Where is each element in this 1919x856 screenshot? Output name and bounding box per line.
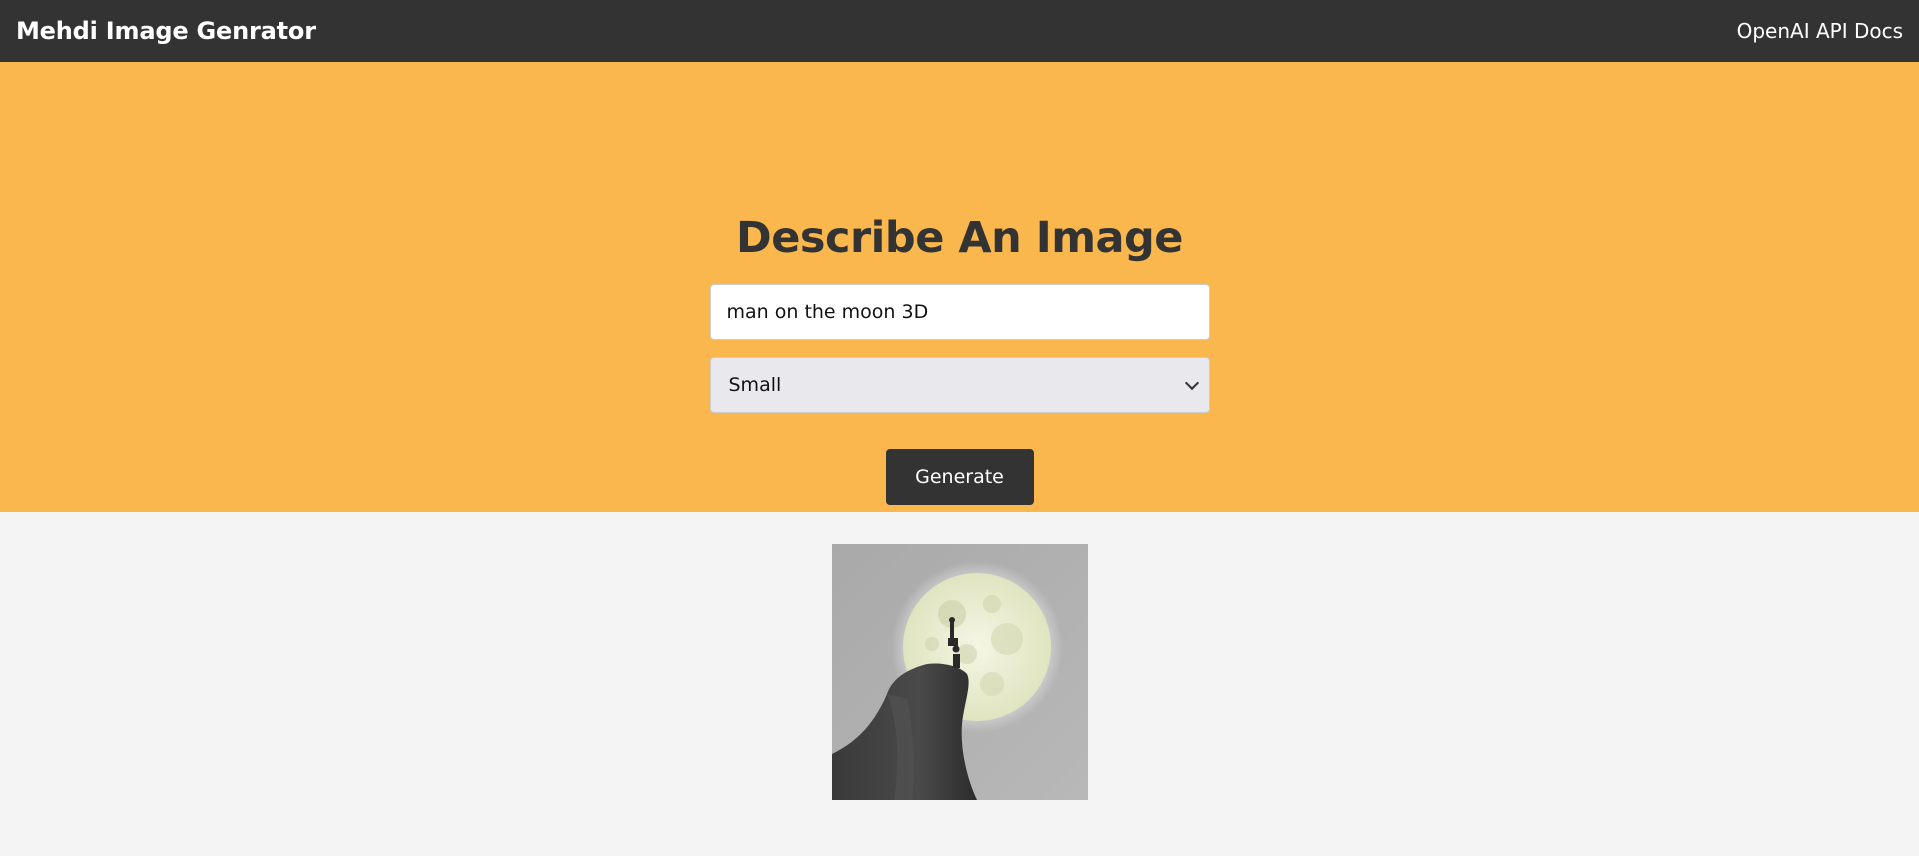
generate-button[interactable]: Generate xyxy=(885,449,1034,505)
navbar: Mehdi Image Genrator OpenAI API Docs xyxy=(0,0,1919,62)
size-select-value: Small xyxy=(728,374,782,396)
generated-image xyxy=(831,544,1088,800)
size-select[interactable]: Small xyxy=(709,357,1210,413)
openai-api-docs-link[interactable]: OpenAI API Docs xyxy=(1737,19,1903,43)
prompt-input[interactable] xyxy=(709,284,1210,340)
chevron-down-icon xyxy=(1184,375,1199,391)
result-section xyxy=(0,512,1919,800)
image-form: Small Generate xyxy=(709,284,1210,505)
page-title: Describe An Image xyxy=(736,213,1183,263)
hero-section: Describe An Image Small Generate xyxy=(0,62,1919,512)
brand-title: Mehdi Image Genrator xyxy=(16,17,316,45)
